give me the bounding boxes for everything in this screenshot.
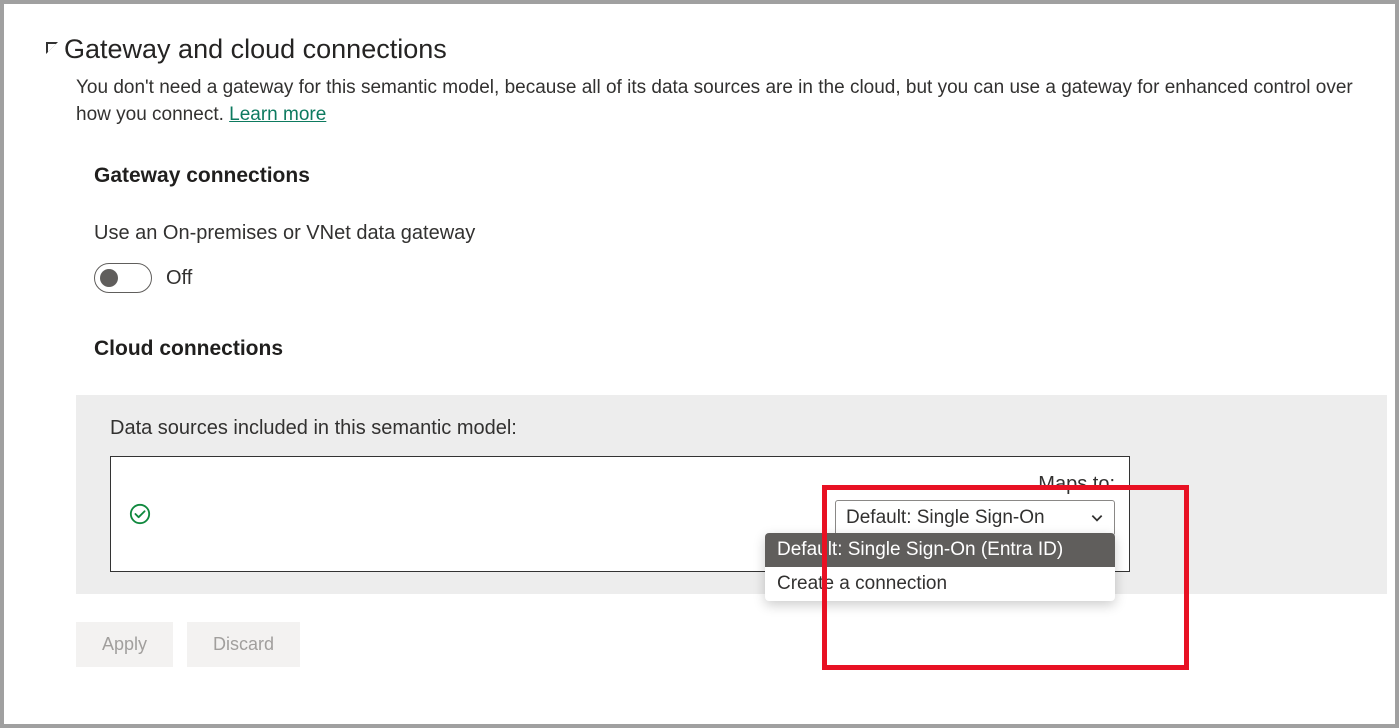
section-description: You don't need a gateway for this semant…: [76, 75, 1379, 128]
apply-button[interactable]: Apply: [76, 622, 173, 667]
discard-button[interactable]: Discard: [187, 622, 300, 667]
gateway-connections-title: Gateway connections: [94, 164, 1387, 188]
cloud-connections-title: Cloud connections: [94, 337, 1387, 361]
check-circle-icon: [129, 503, 151, 525]
action-buttons-row: Apply Discard: [76, 622, 1387, 667]
dropdown-option-create-connection[interactable]: Create a connection: [765, 567, 1115, 601]
cloud-panel: Data sources included in this semantic m…: [76, 395, 1387, 594]
dropdown-selected-value: Default: Single Sign-On: [846, 507, 1045, 529]
data-source-row: Maps to: Default: Single Sign-On Default…: [110, 456, 1130, 572]
data-sources-label: Data sources included in this semantic m…: [110, 417, 1387, 440]
gateway-toggle-state: Off: [166, 267, 192, 290]
maps-to-dropdown[interactable]: Default: Single Sign-On: [835, 500, 1115, 536]
gateway-subsection: Gateway connections Use an On-premises o…: [94, 164, 1387, 361]
maps-to-label: Maps to:: [835, 473, 1115, 496]
section-header: Gateway and cloud connections: [46, 34, 1387, 65]
chevron-down-icon: [1090, 511, 1104, 525]
gateway-toggle-row: Off: [94, 263, 1387, 293]
maps-to-block: Maps to: Default: Single Sign-On: [835, 473, 1115, 536]
collapse-triangle-icon[interactable]: [46, 42, 58, 54]
toggle-knob: [100, 269, 118, 287]
gateway-toggle[interactable]: [94, 263, 152, 293]
maps-to-dropdown-menu: Default: Single Sign-On (Entra ID) Creat…: [765, 533, 1115, 601]
gateway-toggle-label: Use an On-premises or VNet data gateway: [94, 222, 1387, 245]
learn-more-link[interactable]: Learn more: [229, 104, 326, 125]
dropdown-option-default-sso[interactable]: Default: Single Sign-On (Entra ID): [765, 533, 1115, 567]
page-title: Gateway and cloud connections: [64, 34, 447, 65]
